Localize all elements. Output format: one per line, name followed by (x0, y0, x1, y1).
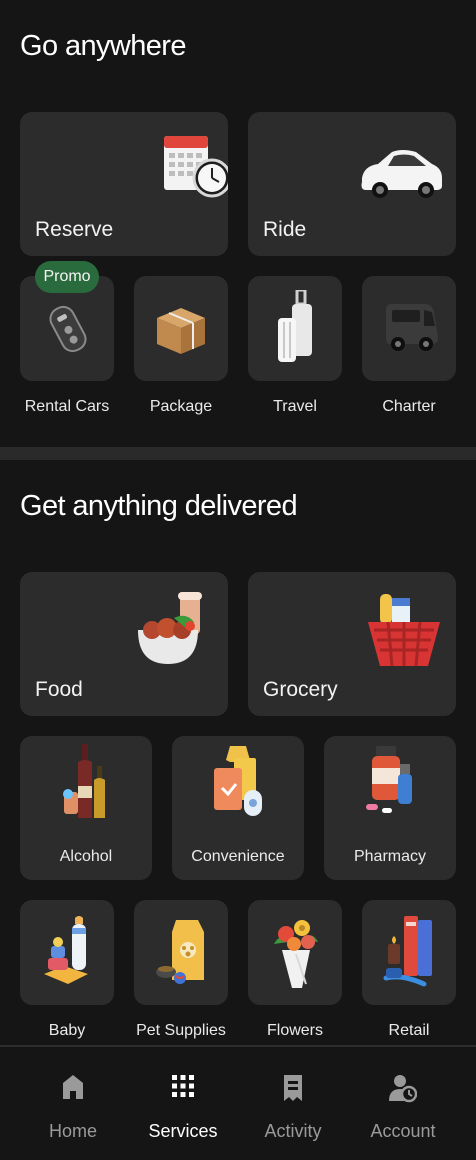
calendar-clock-icon (164, 136, 228, 198)
convenience-bag-icon (214, 746, 262, 816)
pharmacy-tile[interactable]: Pharmacy (324, 736, 456, 880)
alcohol-tile[interactable]: Alcohol (20, 736, 152, 880)
travel-label: Travel (273, 398, 317, 415)
bottom-navigation: Home Services Activity Account (0, 1045, 476, 1160)
charter-label: Charter (382, 398, 436, 415)
baby-bottle-icon (44, 916, 88, 984)
nav-account-label: Account (370, 1121, 436, 1141)
grocery-label: Grocery (263, 678, 338, 701)
reserve-label: Reserve (35, 218, 114, 241)
go-anywhere-section: Go anywhere Reserve Ride Promo Rental Ca… (0, 0, 476, 447)
van-icon (386, 304, 438, 351)
baby-label: Baby (48, 1022, 86, 1039)
delivered-title: Get anything delivered (20, 490, 298, 522)
nav-activity[interactable]: Activity (238, 1047, 348, 1160)
ride-label: Ride (263, 218, 307, 241)
flowers-tile[interactable] (248, 900, 342, 1005)
books-icon (383, 916, 432, 987)
grocery-tile[interactable]: Grocery (248, 572, 456, 716)
luggage-icon (278, 290, 312, 362)
nav-home[interactable]: Home (18, 1047, 128, 1160)
retail-label: Retail (388, 1022, 430, 1039)
flowers-label: Flowers (266, 1022, 323, 1039)
nav-services-label: Services (148, 1121, 218, 1141)
home-icon (63, 1075, 83, 1099)
ride-tile[interactable]: Ride (248, 112, 456, 256)
car-key-icon (49, 305, 87, 353)
nav-activity-label: Activity (264, 1121, 322, 1141)
pharmacy-bottles-icon (366, 746, 412, 813)
receipt-icon (284, 1075, 302, 1101)
food-bowl-icon (138, 592, 202, 664)
pet-food-icon (156, 920, 204, 984)
food-tile[interactable]: Food (20, 572, 228, 716)
baby-tile[interactable] (20, 900, 114, 1005)
rental-cars-label: Rental Cars (24, 398, 110, 415)
retail-tile[interactable] (362, 900, 456, 1005)
pet-supplies-tile[interactable] (134, 900, 228, 1005)
nav-account[interactable]: Account (348, 1047, 458, 1160)
go-anywhere-title: Go anywhere (20, 30, 186, 62)
delivered-section: Get anything delivered Food Grocery Alco… (0, 460, 476, 1045)
grocery-basket-icon (368, 594, 440, 667)
charter-tile[interactable] (362, 276, 456, 381)
pharmacy-label: Pharmacy (353, 848, 427, 865)
wine-bottles-icon (63, 744, 105, 818)
nav-services[interactable]: Services (128, 1047, 238, 1160)
package-tile[interactable] (134, 276, 228, 381)
alcohol-label: Alcohol (59, 848, 113, 865)
promo-badge: Promo (35, 261, 99, 293)
travel-tile[interactable] (248, 276, 342, 381)
convenience-label: Convenience (191, 848, 285, 865)
account-icon (389, 1075, 417, 1103)
convenience-tile[interactable]: Convenience (172, 736, 304, 880)
car-icon (361, 150, 442, 198)
reserve-tile[interactable]: Reserve (20, 112, 228, 256)
pet-supplies-label: Pet Supplies (136, 1022, 226, 1039)
grid-icon (172, 1075, 194, 1097)
food-label: Food (35, 678, 83, 701)
package-box-icon (157, 308, 205, 354)
section-divider (0, 447, 476, 460)
package-label: Package (149, 398, 213, 415)
nav-home-label: Home (48, 1121, 97, 1141)
flower-bouquet-icon (274, 920, 318, 988)
